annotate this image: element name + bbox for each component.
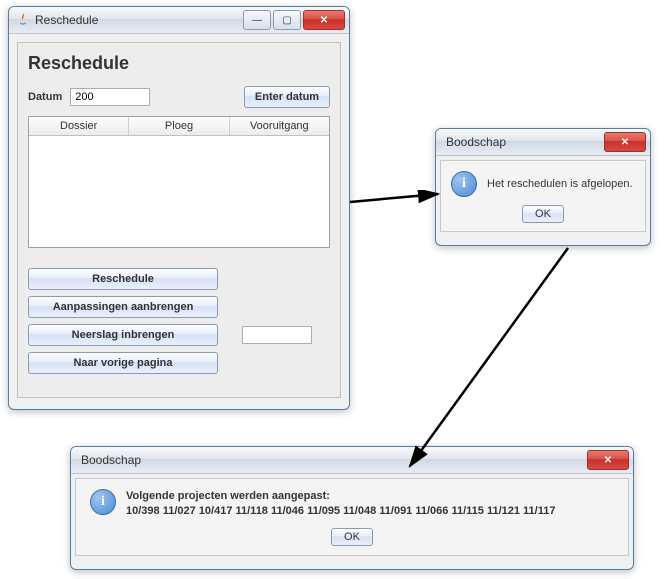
ok-button[interactable]: OK	[522, 205, 564, 223]
close-button[interactable]: ✕	[303, 10, 345, 30]
message-text: Het reschedulen is afgelopen.	[487, 178, 633, 190]
titlebar: Boodschap ✕	[436, 129, 650, 156]
minimize-button[interactable]: —	[243, 10, 271, 30]
arrow-1	[348, 190, 448, 214]
vorige-pagina-button[interactable]: Naar vorige pagina	[28, 352, 218, 374]
maximize-icon: ▢	[282, 15, 291, 26]
message-text: Volgende projecten werden aangepast: 10/…	[126, 489, 555, 520]
progress-table: Dossier Ploeg Vooruitgang	[28, 116, 330, 248]
table-header: Dossier Ploeg Vooruitgang	[29, 117, 329, 136]
datum-label: Datum	[28, 91, 62, 103]
datum-row: Datum Enter datum	[28, 86, 330, 108]
arrow-2	[400, 244, 580, 474]
datum-input[interactable]	[70, 88, 150, 106]
dialog-title: Boodschap	[442, 135, 604, 149]
enter-datum-button[interactable]: Enter datum	[244, 86, 330, 108]
reschedule-button[interactable]: Reschedule	[28, 268, 218, 290]
col-ploeg[interactable]: Ploeg	[129, 117, 229, 135]
message-row: i Volgende projecten werden aangepast: 1…	[90, 489, 614, 520]
ok-button[interactable]: OK	[331, 528, 373, 546]
neerslag-row: Neerslag inbrengen	[28, 324, 218, 346]
page-heading: Reschedule	[28, 53, 330, 74]
info-icon: i	[451, 171, 477, 197]
message-row: i Het reschedulen is afgelopen.	[451, 171, 635, 197]
minimize-icon: —	[252, 15, 262, 26]
reschedule-window: Reschedule — ▢ ✕ Reschedule Datum Enter …	[8, 6, 350, 410]
java-icon	[15, 12, 31, 28]
maximize-button[interactable]: ▢	[273, 10, 301, 30]
close-icon: ✕	[621, 137, 629, 148]
neerslag-button[interactable]: Neerslag inbrengen	[28, 324, 218, 346]
message-line2: 10/398 11/027 10/417 11/118 11/046 11/09…	[126, 504, 555, 519]
close-icon: ✕	[604, 455, 612, 466]
table-body-empty	[29, 136, 329, 246]
message-line1: Volgende projecten werden aangepast:	[126, 489, 555, 504]
action-buttons: Reschedule Aanpassingen aanbrengen Neers…	[28, 268, 218, 374]
dialog-body: i Volgende projecten werden aangepast: 1…	[75, 478, 629, 556]
close-button[interactable]: ✕	[587, 450, 629, 470]
content-panel: Reschedule Datum Enter datum Dossier Plo…	[17, 42, 341, 398]
message-dialog-2: Boodschap ✕ i Volgende projecten werden …	[70, 446, 634, 570]
col-vooruitgang[interactable]: Vooruitgang	[230, 117, 329, 135]
window-title: Reschedule	[35, 13, 243, 27]
close-button[interactable]: ✕	[604, 132, 646, 152]
window-controls: — ▢ ✕	[243, 10, 345, 30]
dialog-title: Boodschap	[77, 453, 587, 467]
message-dialog-1: Boodschap ✕ i Het reschedulen is afgelop…	[435, 128, 651, 246]
info-icon: i	[90, 489, 116, 515]
neerslag-input[interactable]	[242, 326, 312, 344]
col-dossier[interactable]: Dossier	[29, 117, 129, 135]
aanpassingen-button[interactable]: Aanpassingen aanbrengen	[28, 296, 218, 318]
titlebar: Reschedule — ▢ ✕	[9, 7, 349, 34]
titlebar: Boodschap ✕	[71, 447, 633, 474]
close-icon: ✕	[320, 15, 328, 26]
dialog-body: i Het reschedulen is afgelopen. OK	[440, 160, 646, 232]
window-body: Reschedule Datum Enter datum Dossier Plo…	[9, 34, 349, 406]
